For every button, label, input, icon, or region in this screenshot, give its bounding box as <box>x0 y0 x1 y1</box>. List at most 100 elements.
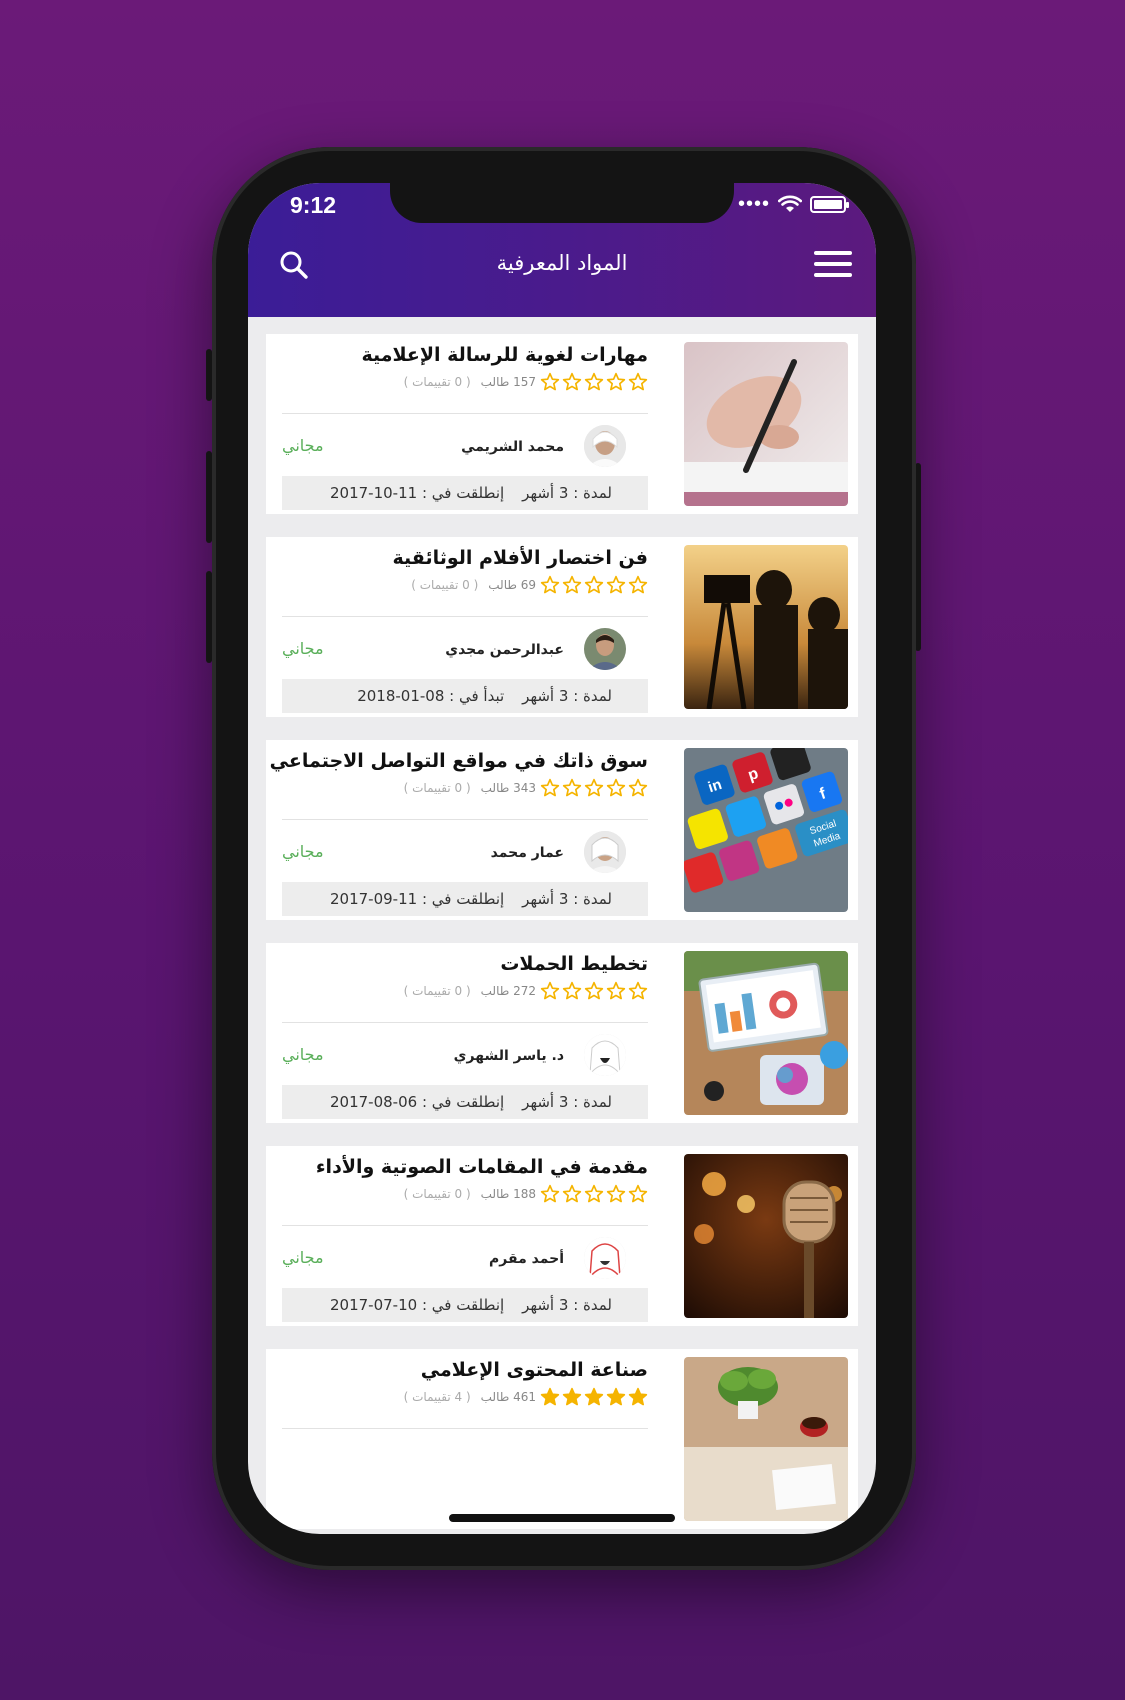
instructor-name: أحمد مقرم <box>489 1251 564 1267</box>
rating-count: ( 0 تقييمات ) <box>403 1187 471 1201</box>
student-count: 343 طالب <box>480 781 536 795</box>
hamburger-icon-line <box>814 251 852 255</box>
status-icons: •••• <box>737 193 849 215</box>
star-icon <box>606 981 626 1000</box>
rating-count: ( 0 تقييمات ) <box>403 781 471 795</box>
rating-stars <box>540 372 648 392</box>
instructor-name: عمار محمد <box>490 845 564 861</box>
course-title[interactable]: مقدمة في المقامات الصوتية والأداء <box>316 1156 648 1178</box>
duration: لمدة : 3 أشهر <box>522 687 612 705</box>
course-card[interactable]: in p f Social Media سوق ذاتك في مواقع ال… <box>266 740 858 920</box>
student-count: 69 طالب <box>488 578 536 592</box>
star-icon <box>562 778 582 797</box>
course-card[interactable]: فن اختصار الأفلام الوثائقية 69 طالب ( 0 … <box>266 537 858 717</box>
hamburger-icon-line <box>814 262 852 266</box>
student-count: 188 طالب <box>480 1187 536 1201</box>
rating-stars <box>540 778 648 798</box>
course-image <box>684 342 848 506</box>
star-icon <box>584 575 604 594</box>
star-icon <box>584 981 604 1000</box>
star-icon <box>584 778 604 797</box>
star-icon <box>540 575 560 594</box>
wifi-icon <box>778 195 802 212</box>
star-icon <box>562 1184 582 1203</box>
instructor-name: عبدالرحمن مجدي <box>445 642 564 658</box>
rating-stars <box>540 1184 648 1204</box>
price-label: مجاني <box>282 1045 324 1064</box>
duration: لمدة : 3 أشهر <box>522 484 612 502</box>
star-icon <box>584 1387 604 1406</box>
course-meta: 343 طالب ( 0 تقييمات ) <box>404 778 648 798</box>
instructor-name: محمد الشريمي <box>461 439 564 455</box>
start-label: إنطلقت في : <box>421 890 505 908</box>
course-meta: 272 طالب ( 0 تقييمات ) <box>404 981 648 1001</box>
course-card[interactable]: صناعة المحتوى الإعلامي 461 طالب ( 4 تقيي… <box>266 1349 858 1529</box>
course-image: in p f Social Media <box>684 748 848 912</box>
course-list[interactable]: مهارات لغوية للرسالة الإعلامية 157 طالب … <box>248 317 876 1534</box>
star-icon <box>540 981 560 1000</box>
avatar <box>584 831 626 873</box>
star-icon <box>584 372 604 391</box>
price-label: مجاني <box>282 1248 324 1267</box>
start-info: إنطلقت في : 2017-09-11 <box>330 890 504 908</box>
hamburger-icon-line <box>814 273 852 277</box>
start-date: 2017-10-11 <box>330 484 418 502</box>
date-bar: لمدة : 3 أشهر إنطلقت في : 2017-07-10 <box>282 1288 648 1322</box>
price-label: مجاني <box>282 842 324 861</box>
date-bar: لمدة : 3 أشهر تبدأ في : 2018-01-08 <box>282 679 648 713</box>
divider <box>282 1225 648 1226</box>
avatar <box>584 1237 626 1279</box>
course-image <box>684 545 848 709</box>
start-label: إنطلقت في : <box>421 1093 505 1111</box>
course-image <box>684 951 848 1115</box>
divider <box>282 616 648 617</box>
student-count: 157 طالب <box>480 375 536 389</box>
course-title[interactable]: فن اختصار الأفلام الوثائقية <box>392 547 648 569</box>
star-icon <box>628 981 648 1000</box>
divider <box>282 1428 648 1429</box>
star-icon <box>584 1184 604 1203</box>
home-indicator[interactable] <box>449 1514 675 1522</box>
battery-icon <box>810 195 849 213</box>
star-icon <box>540 1184 560 1203</box>
course-title[interactable]: صناعة المحتوى الإعلامي <box>421 1359 648 1381</box>
course-title[interactable]: مهارات لغوية للرسالة الإعلامية <box>361 344 648 366</box>
student-count: 461 طالب <box>480 1390 536 1404</box>
rating-count: ( 4 تقييمات ) <box>403 1390 471 1404</box>
status-time: 9:12 <box>290 192 337 218</box>
rating-stars <box>540 575 648 595</box>
star-icon <box>540 372 560 391</box>
course-card[interactable]: تخطيط الحملات 272 طالب ( 0 تقييمات ) د. … <box>266 943 858 1123</box>
star-icon <box>606 1184 626 1203</box>
student-count: 272 طالب <box>480 984 536 998</box>
star-icon <box>606 575 626 594</box>
star-icon <box>606 1387 626 1406</box>
star-icon <box>628 1387 648 1406</box>
start-label: إنطلقت في : <box>421 484 505 502</box>
course-title[interactable]: سوق ذاتك في مواقع التواصل الاجتماعي <box>270 750 648 772</box>
star-icon <box>562 1387 582 1406</box>
course-card[interactable]: مقدمة في المقامات الصوتية والأداء 188 طا… <box>266 1146 858 1326</box>
star-icon <box>628 575 648 594</box>
price-label: مجاني <box>282 436 324 455</box>
date-bar: لمدة : 3 أشهر إنطلقت في : 2017-09-11 <box>282 882 648 916</box>
date-bar: لمدة : 3 أشهر إنطلقت في : 2017-10-11 <box>282 476 648 510</box>
star-icon <box>606 778 626 797</box>
divider <box>282 1022 648 1023</box>
star-icon <box>562 372 582 391</box>
star-icon <box>540 778 560 797</box>
course-card[interactable]: مهارات لغوية للرسالة الإعلامية 157 طالب … <box>266 334 858 514</box>
course-meta: 188 طالب ( 0 تقييمات ) <box>404 1184 648 1204</box>
menu-button[interactable] <box>814 251 852 279</box>
course-title[interactable]: تخطيط الحملات <box>500 953 648 975</box>
avatar <box>584 1034 626 1076</box>
rating-count: ( 0 تقييمات ) <box>411 578 479 592</box>
rating-stars <box>540 981 648 1001</box>
start-label: تبدأ في : <box>449 687 505 705</box>
rating-stars <box>540 1387 648 1407</box>
divider <box>282 819 648 820</box>
page-title: المواد المعرفية <box>496 251 628 275</box>
avatar <box>584 425 626 467</box>
signal-icon: •••• <box>737 193 770 215</box>
star-icon <box>628 1184 648 1203</box>
